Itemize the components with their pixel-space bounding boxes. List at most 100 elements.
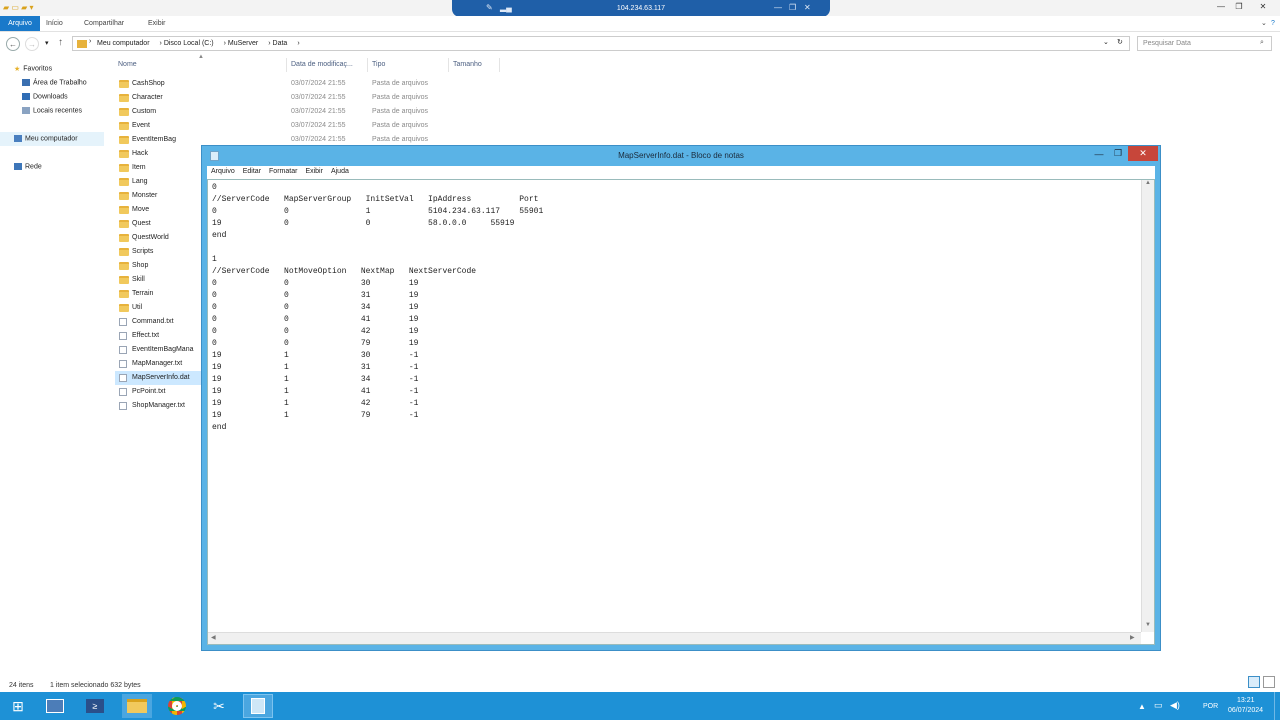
pin-icon[interactable]: ✎: [486, 3, 493, 12]
tray-time[interactable]: 13:21: [1237, 697, 1255, 704]
show-desktop-button[interactable]: [1274, 692, 1280, 720]
folder-icon: [119, 304, 129, 312]
sort-arrow-icon: ▲: [198, 54, 204, 60]
tab-view[interactable]: Exibir: [142, 16, 172, 31]
nav-network[interactable]: Rede: [14, 163, 42, 170]
folder-icon: [119, 108, 129, 116]
search-input[interactable]: Pesquisar Data ⌕: [1137, 36, 1272, 51]
nav-computer[interactable]: Meu computador: [0, 132, 104, 146]
breadcrumb-computer[interactable]: Meu computador: [97, 40, 150, 47]
chrome-icon[interactable]: [162, 694, 192, 718]
file-name: PcPoint.txt: [132, 388, 166, 395]
folder-icon: [119, 276, 129, 284]
status-selection: 1 item selecionado 632 bytes: [50, 682, 141, 689]
scroll-left-icon[interactable]: ◀: [211, 634, 216, 641]
column-name[interactable]: Nome: [115, 58, 287, 72]
file-icon: [119, 374, 127, 382]
file-name: ShopManager.txt: [132, 402, 185, 409]
tray-date[interactable]: 06/07/2024: [1228, 707, 1263, 714]
tools-icon[interactable]: ✂: [204, 694, 234, 718]
folder-icon: [119, 192, 129, 200]
notepad-edit-area[interactable]: 0 //ServerCode MapServerGroup InitSetVal…: [207, 179, 1155, 645]
file-type: Pasta de arquivos: [372, 94, 429, 101]
folder-icon: [119, 262, 129, 270]
explorer-close-button[interactable]: ✕: [1250, 0, 1276, 13]
menu-editar[interactable]: Editar: [239, 166, 265, 177]
address-bar[interactable]: › Meu computador › Disco Local (C:) › MuSe…: [72, 36, 1130, 51]
back-button[interactable]: ←: [6, 37, 20, 51]
powershell-icon[interactable]: ≥: [80, 694, 110, 718]
file-explorer-icon[interactable]: [122, 694, 152, 718]
file-row[interactable]: Custom 03/07/2024 21:55 Pasta de arquivos: [115, 105, 555, 119]
tab-file[interactable]: Arquivo: [0, 16, 40, 31]
refresh-icon[interactable]: ↻: [1117, 38, 1123, 46]
nav-recent[interactable]: Locais recentes: [22, 107, 82, 114]
restore-icon[interactable]: ❐: [789, 3, 796, 12]
search-icon[interactable]: ⌕: [1260, 39, 1264, 47]
column-size[interactable]: Tamanho: [450, 58, 500, 72]
tray-overflow-icon[interactable]: ▲: [1138, 702, 1146, 711]
vertical-scrollbar[interactable]: ▲ ▼: [1141, 180, 1154, 632]
notepad-app-icon[interactable]: [210, 151, 219, 161]
notepad-minimize-button[interactable]: —: [1090, 146, 1108, 161]
tab-home[interactable]: Início: [40, 16, 69, 31]
search-placeholder: Pesquisar Data: [1143, 40, 1191, 47]
menu-formatar[interactable]: Formatar: [265, 166, 301, 177]
nav-desktop[interactable]: Área de Trabalho: [22, 79, 87, 86]
menu-exibir[interactable]: Exibir: [301, 166, 327, 177]
menu-arquivo[interactable]: Arquivo: [207, 166, 239, 177]
menu-ajuda[interactable]: Ajuda: [327, 166, 353, 177]
server-manager-icon[interactable]: [40, 694, 70, 718]
up-button[interactable]: ↑: [58, 37, 63, 48]
file-name: EventItemBag: [132, 136, 176, 143]
details-view-icon[interactable]: [1248, 676, 1260, 688]
address-dropdown-icon[interactable]: ⌄: [1103, 38, 1109, 46]
close-icon[interactable]: ✕: [804, 3, 811, 12]
notepad-menu-bar: Arquivo Editar Formatar Exibir Ajuda: [207, 166, 1155, 179]
tray-language[interactable]: POR: [1203, 703, 1218, 710]
file-name: Skill: [132, 276, 145, 283]
notepad-maximize-button[interactable]: ❐: [1109, 146, 1127, 161]
file-icon: [119, 388, 127, 396]
file-name: Custom: [132, 108, 157, 115]
column-type[interactable]: Tipo: [369, 58, 449, 72]
folder-icon: [119, 94, 129, 102]
signal-icon: ▂▄: [500, 3, 512, 12]
recent-locations-icon[interactable]: ▾: [45, 39, 49, 47]
minimize-icon[interactable]: —: [774, 3, 782, 12]
tray-network-icon[interactable]: ▭: [1154, 700, 1163, 711]
column-date[interactable]: Data de modificaç...: [288, 58, 368, 72]
large-icons-view-icon[interactable]: [1263, 676, 1275, 688]
tray-volume-icon[interactable]: ◀): [1170, 700, 1180, 711]
explorer-restore-button[interactable]: ❐: [1231, 0, 1247, 13]
start-button[interactable]: ⊞: [3, 694, 33, 718]
breadcrumb-data[interactable]: Data: [273, 40, 288, 47]
file-type: Pasta de arquivos: [372, 108, 429, 115]
file-row[interactable]: Character 03/07/2024 21:55 Pasta de arquiv…: [115, 91, 555, 105]
help-icon[interactable]: ?: [1265, 16, 1280, 31]
remote-desktop-bar[interactable]: ✎ ▂▄ 104.234.63.117 — ❐ ✕: [452, 0, 830, 17]
tab-share[interactable]: Compartilhar: [78, 16, 130, 31]
forward-button[interactable]: →: [25, 37, 39, 51]
file-name: Command.txt: [132, 318, 174, 325]
file-icon: [119, 346, 127, 354]
notepad-close-button[interactable]: ✕: [1128, 146, 1158, 161]
nav-downloads[interactable]: Downloads: [22, 93, 68, 100]
explorer-minimize-button[interactable]: —: [1213, 0, 1229, 13]
scroll-right-icon[interactable]: ▶: [1130, 634, 1135, 641]
nav-favorites[interactable]: ★ Favoritos: [14, 65, 52, 73]
horizontal-scrollbar[interactable]: ◀ ▶: [208, 632, 1141, 644]
quick-access-toolbar[interactable]: ▰ ▭ ▰ ▾: [3, 3, 34, 12]
file-name: Monster: [132, 192, 158, 199]
file-name: CashShop: [132, 80, 165, 87]
notepad-icon[interactable]: [243, 694, 273, 718]
breadcrumb-muserver[interactable]: MuServer: [228, 40, 258, 47]
scroll-up-icon[interactable]: ▲: [1145, 180, 1151, 186]
notepad-text[interactable]: 0 //ServerCode MapServerGroup InitSetVal…: [212, 182, 1140, 627]
file-row[interactable]: CashShop 03/07/2024 21:55 Pasta de arquivo…: [115, 77, 555, 91]
file-row[interactable]: Event 03/07/2024 21:55 Pasta de arquivos: [115, 119, 555, 133]
folder-icon: [119, 178, 129, 186]
breadcrumb-disk[interactable]: Disco Local (C:): [164, 40, 214, 47]
recent-places-icon: [22, 107, 30, 114]
scroll-down-icon[interactable]: ▼: [1145, 622, 1151, 628]
